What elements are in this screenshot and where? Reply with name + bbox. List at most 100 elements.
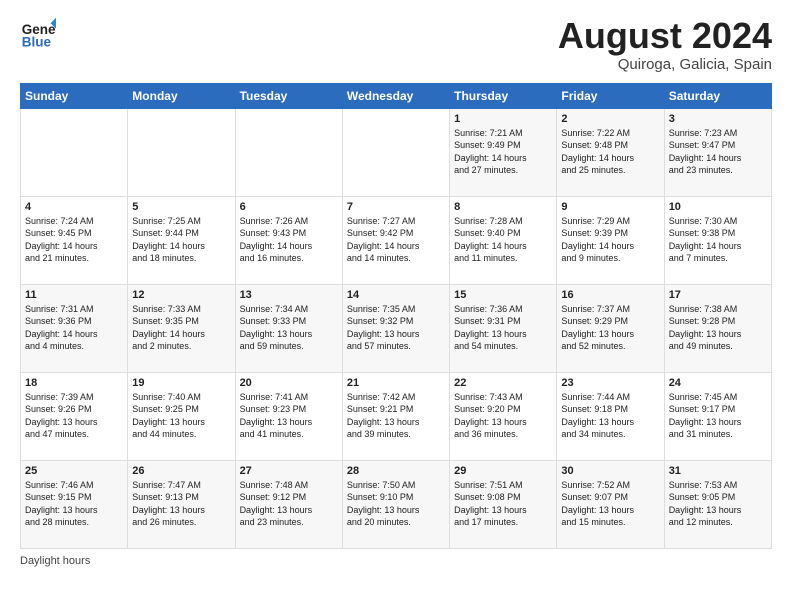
day-cell: 8Sunrise: 7:28 AM Sunset: 9:40 PM Daylig…	[450, 196, 557, 284]
day-info: Sunrise: 7:43 AM Sunset: 9:20 PM Dayligh…	[454, 391, 552, 441]
day-cell: 1 Sunrise: 7:21 AM Sunset: 9:49 PM Daylig…	[450, 108, 557, 196]
day-info: Sunrise: 7:37 AM Sunset: 9:29 PM Dayligh…	[561, 303, 659, 353]
day-cell: 6Sunrise: 7:26 AM Sunset: 9:43 PM Daylig…	[235, 196, 342, 284]
day-number: 30	[561, 465, 659, 477]
col-header-wednesday: Wednesday	[342, 83, 449, 108]
day-info: Sunrise: 7:25 AM Sunset: 9:44 PM Dayligh…	[132, 215, 230, 265]
day-cell: 22 Sunrise: 7:43 AM Sunset: 9:20 PM Dayli…	[450, 372, 557, 460]
day-cell: 15Sunrise: 7:36 AM Sunset: 9:31 PM Dayli…	[450, 284, 557, 372]
col-header-monday: Monday	[128, 83, 235, 108]
day-number: 19	[132, 377, 230, 389]
day-info: Sunrise: 7:21 AM Sunset: 9:49 PM Dayligh…	[454, 127, 552, 177]
day-info: Sunrise: 7:50 AM Sunset: 9:10 PM Dayligh…	[347, 479, 445, 529]
day-info: Sunrise: 7:51 AM Sunset: 9:08 PM Dayligh…	[454, 479, 552, 529]
week-row-5: 25 Sunrise: 7:46 AM Sunset: 9:15 PM Dayli…	[21, 460, 772, 548]
title-block: August 2024 Quiroga, Galicia, Spain	[558, 16, 772, 73]
day-info: Sunrise: 7:48 AM Sunset: 9:12 PM Dayligh…	[240, 479, 338, 529]
day-info: Sunrise: 7:53 AM Sunset: 9:05 PM Dayligh…	[669, 479, 767, 529]
day-cell: 10 Sunrise: 7:30 AM Sunset: 9:38 PM Dayli…	[664, 196, 771, 284]
day-number: 28	[347, 465, 445, 477]
day-cell: 31 Sunrise: 7:53 AM Sunset: 9:05 PM Dayli…	[664, 460, 771, 548]
day-cell: 30 Sunrise: 7:52 AM Sunset: 9:07 PM Dayli…	[557, 460, 664, 548]
day-number: 31	[669, 465, 767, 477]
day-number: 2	[561, 113, 659, 125]
day-info: Sunrise: 7:29 AM Sunset: 9:39 PM Dayligh…	[561, 215, 659, 265]
col-header-sunday: Sunday	[21, 83, 128, 108]
day-cell	[235, 108, 342, 196]
day-cell: 11 Sunrise: 7:31 AM Sunset: 9:36 PM Dayli…	[21, 284, 128, 372]
day-info: Sunrise: 7:41 AM Sunset: 9:23 PM Dayligh…	[240, 391, 338, 441]
day-number: 21	[347, 377, 445, 389]
location-subtitle: Quiroga, Galicia, Spain	[558, 56, 772, 73]
day-cell: 24 Sunrise: 7:45 AM Sunset: 9:17 PM Dayli…	[664, 372, 771, 460]
day-cell: 5Sunrise: 7:25 AM Sunset: 9:44 PM Daylig…	[128, 196, 235, 284]
col-header-saturday: Saturday	[664, 83, 771, 108]
month-title: August 2024	[558, 16, 772, 56]
day-number: 9	[561, 201, 659, 213]
col-header-thursday: Thursday	[450, 83, 557, 108]
week-row-3: 11 Sunrise: 7:31 AM Sunset: 9:36 PM Dayli…	[21, 284, 772, 372]
day-info: Sunrise: 7:40 AM Sunset: 9:25 PM Dayligh…	[132, 391, 230, 441]
day-cell: 21 Sunrise: 7:42 AM Sunset: 9:21 PM Dayli…	[342, 372, 449, 460]
day-number: 6	[240, 201, 338, 213]
day-number: 29	[454, 465, 552, 477]
day-info: Sunrise: 7:52 AM Sunset: 9:07 PM Dayligh…	[561, 479, 659, 529]
day-cell: 3Sunrise: 7:23 AM Sunset: 9:47 PM Daylig…	[664, 108, 771, 196]
day-cell: 26 Sunrise: 7:47 AM Sunset: 9:13 PM Dayli…	[128, 460, 235, 548]
svg-text:Blue: Blue	[22, 35, 52, 50]
day-cell: 16 Sunrise: 7:37 AM Sunset: 9:29 PM Dayli…	[557, 284, 664, 372]
day-number: 16	[561, 289, 659, 301]
day-number: 12	[132, 289, 230, 301]
day-number: 7	[347, 201, 445, 213]
daylight-hours-label: Daylight hours	[20, 555, 90, 567]
day-number: 20	[240, 377, 338, 389]
day-info: Sunrise: 7:44 AM Sunset: 9:18 PM Dayligh…	[561, 391, 659, 441]
logo: General Blue	[20, 16, 60, 52]
day-info: Sunrise: 7:46 AM Sunset: 9:15 PM Dayligh…	[25, 479, 123, 529]
col-header-tuesday: Tuesday	[235, 83, 342, 108]
day-number: 3	[669, 113, 767, 125]
day-info: Sunrise: 7:34 AM Sunset: 9:33 PM Dayligh…	[240, 303, 338, 353]
header-row: SundayMondayTuesdayWednesdayThursdayFrid…	[21, 83, 772, 108]
week-row-4: 18 Sunrise: 7:39 AM Sunset: 9:26 PM Dayli…	[21, 372, 772, 460]
logo-icon: General Blue	[20, 16, 56, 52]
day-info: Sunrise: 7:22 AM Sunset: 9:48 PM Dayligh…	[561, 127, 659, 177]
day-info: Sunrise: 7:45 AM Sunset: 9:17 PM Dayligh…	[669, 391, 767, 441]
day-cell: 9 Sunrise: 7:29 AM Sunset: 9:39 PM Daylig…	[557, 196, 664, 284]
day-info: Sunrise: 7:39 AM Sunset: 9:26 PM Dayligh…	[25, 391, 123, 441]
day-info: Sunrise: 7:27 AM Sunset: 9:42 PM Dayligh…	[347, 215, 445, 265]
day-info: Sunrise: 7:47 AM Sunset: 9:13 PM Dayligh…	[132, 479, 230, 529]
day-info: Sunrise: 7:30 AM Sunset: 9:38 PM Dayligh…	[669, 215, 767, 265]
day-number: 25	[25, 465, 123, 477]
calendar-table: SundayMondayTuesdayWednesdayThursdayFrid…	[20, 83, 772, 549]
day-number: 4	[25, 201, 123, 213]
day-number: 10	[669, 201, 767, 213]
day-info: Sunrise: 7:38 AM Sunset: 9:28 PM Dayligh…	[669, 303, 767, 353]
day-cell: 25 Sunrise: 7:46 AM Sunset: 9:15 PM Dayli…	[21, 460, 128, 548]
day-cell: 23Sunrise: 7:44 AM Sunset: 9:18 PM Dayli…	[557, 372, 664, 460]
day-number: 17	[669, 289, 767, 301]
week-row-2: 4Sunrise: 7:24 AM Sunset: 9:45 PM Daylig…	[21, 196, 772, 284]
day-cell: 2 Sunrise: 7:22 AM Sunset: 9:48 PM Daylig…	[557, 108, 664, 196]
day-number: 14	[347, 289, 445, 301]
page: General Blue August 2024 Quiroga, Galici…	[0, 0, 792, 583]
day-number: 18	[25, 377, 123, 389]
day-cell: 13 Sunrise: 7:34 AM Sunset: 9:33 PM Dayli…	[235, 284, 342, 372]
day-info: Sunrise: 7:31 AM Sunset: 9:36 PM Dayligh…	[25, 303, 123, 353]
day-number: 13	[240, 289, 338, 301]
day-cell: 27Sunrise: 7:48 AM Sunset: 9:12 PM Dayli…	[235, 460, 342, 548]
day-info: Sunrise: 7:42 AM Sunset: 9:21 PM Dayligh…	[347, 391, 445, 441]
day-cell: 19 Sunrise: 7:40 AM Sunset: 9:25 PM Dayli…	[128, 372, 235, 460]
week-row-1: 1 Sunrise: 7:21 AM Sunset: 9:49 PM Daylig…	[21, 108, 772, 196]
footer-note: Daylight hours	[20, 555, 772, 567]
day-cell: 20 Sunrise: 7:41 AM Sunset: 9:23 PM Dayli…	[235, 372, 342, 460]
day-info: Sunrise: 7:36 AM Sunset: 9:31 PM Dayligh…	[454, 303, 552, 353]
day-cell: 12Sunrise: 7:33 AM Sunset: 9:35 PM Dayli…	[128, 284, 235, 372]
day-cell: 17 Sunrise: 7:38 AM Sunset: 9:28 PM Dayli…	[664, 284, 771, 372]
day-number: 22	[454, 377, 552, 389]
day-cell	[342, 108, 449, 196]
day-number: 26	[132, 465, 230, 477]
day-number: 1	[454, 113, 552, 125]
day-number: 11	[25, 289, 123, 301]
day-number: 24	[669, 377, 767, 389]
